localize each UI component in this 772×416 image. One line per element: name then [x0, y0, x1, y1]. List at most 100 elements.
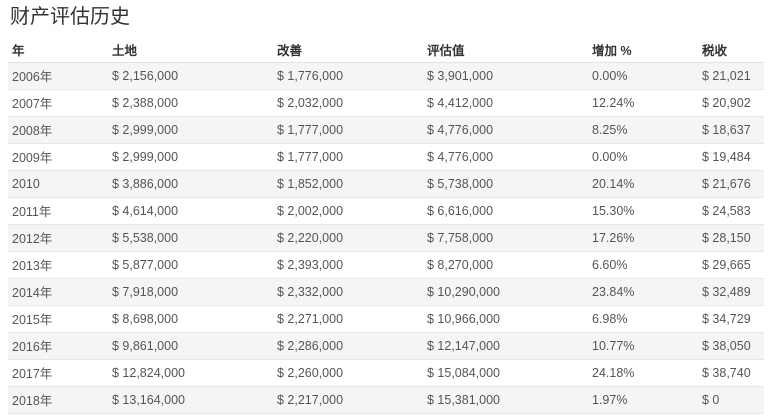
cell-land: $ 8,698,000	[108, 305, 273, 333]
cell-tax: $ 29,665	[698, 251, 764, 279]
cell-increase-percent: 10.77%	[588, 332, 698, 360]
cell-land: $ 13,164,000	[108, 386, 273, 414]
cell-tax: $ 32,489	[698, 278, 764, 306]
column-header-year: 年	[8, 38, 108, 63]
header-row: 年 土地 改善 评估值 增加 % 税收	[8, 38, 764, 63]
cell-assessed-value: $ 6,616,000	[423, 197, 588, 225]
cell-land: $ 2,388,000	[108, 89, 273, 117]
cell-year: 2017年	[8, 359, 108, 387]
cell-year: 2009年	[8, 143, 108, 171]
cell-year: 2016年	[8, 332, 108, 360]
cell-improvement: $ 1,777,000	[273, 143, 423, 171]
cell-tax: $ 19,484	[698, 143, 764, 171]
cell-tax: $ 38,740	[698, 359, 764, 387]
cell-tax: $ 0	[698, 386, 764, 414]
cell-tax: $ 24,583	[698, 197, 764, 225]
cell-improvement: $ 1,777,000	[273, 116, 423, 144]
table-row: 2018年 $ 13,164,000 $ 2,217,000 $ 15,381,000…	[8, 386, 764, 414]
cell-tax: $ 28,150	[698, 224, 764, 252]
column-header-increase-percent: 增加 %	[588, 38, 698, 63]
table-row: 2015年 $ 8,698,000 $ 2,271,000 $ 10,966,000 6…	[8, 305, 764, 333]
page: 财产评估历史 年 土地 改善 评估值 增加 % 税收 2006年 $ 2,156,…	[0, 0, 772, 416]
cell-increase-percent: 17.26%	[588, 224, 698, 252]
cell-assessed-value: $ 7,758,000	[423, 224, 588, 252]
cell-improvement: $ 1,776,000	[273, 62, 423, 90]
column-header-tax: 税收	[698, 38, 764, 63]
cell-improvement: $ 2,393,000	[273, 251, 423, 279]
cell-land: $ 12,824,000	[108, 359, 273, 387]
cell-improvement: $ 2,002,000	[273, 197, 423, 225]
cell-increase-percent: 15.30%	[588, 197, 698, 225]
cell-tax: $ 34,729	[698, 305, 764, 333]
cell-improvement: $ 2,217,000	[273, 386, 423, 414]
cell-increase-percent: 0.00%	[588, 62, 698, 90]
cell-increase-percent: 6.60%	[588, 251, 698, 279]
cell-assessed-value: $ 8,270,000	[423, 251, 588, 279]
cell-improvement: $ 2,220,000	[273, 224, 423, 252]
cell-increase-percent: 6.98%	[588, 305, 698, 333]
cell-assessed-value: $ 15,381,000	[423, 386, 588, 414]
cell-increase-percent: 8.25%	[588, 116, 698, 144]
cell-improvement: $ 2,332,000	[273, 278, 423, 306]
table-row: 2007年 $ 2,388,000 $ 2,032,000 $ 4,412,000 12…	[8, 89, 764, 117]
cell-year: 2012年	[8, 224, 108, 252]
cell-land: $ 2,156,000	[108, 62, 273, 90]
cell-increase-percent: 1.97%	[588, 386, 698, 414]
cell-assessed-value: $ 4,776,000	[423, 116, 588, 144]
table-row: 2017年 $ 12,824,000 $ 2,260,000 $ 15,084,000…	[8, 359, 764, 387]
table-row: 2009年 $ 2,999,000 $ 1,777,000 $ 4,776,000 0.…	[8, 143, 764, 171]
column-header-land: 土地	[108, 38, 273, 63]
table-body: 2006年 $ 2,156,000 $ 1,776,000 $ 3,901,000 0.…	[8, 62, 764, 414]
cell-assessed-value: $ 12,147,000	[423, 332, 588, 360]
cell-assessed-value: $ 5,738,000	[423, 170, 588, 198]
cell-land: $ 3,886,000	[108, 170, 273, 198]
cell-year: 2013年	[8, 251, 108, 279]
table-row: 2011年 $ 4,614,000 $ 2,002,000 $ 6,616,000 15…	[8, 197, 764, 225]
cell-increase-percent: 24.18%	[588, 359, 698, 387]
cell-year: 2006年	[8, 62, 108, 90]
table-header: 年 土地 改善 评估值 增加 % 税收	[8, 38, 764, 63]
cell-land: $ 7,918,000	[108, 278, 273, 306]
cell-increase-percent: 20.14%	[588, 170, 698, 198]
cell-land: $ 5,538,000	[108, 224, 273, 252]
cell-year: 2014年	[8, 278, 108, 306]
cell-year: 2015年	[8, 305, 108, 333]
cell-tax: $ 38,050	[698, 332, 764, 360]
cell-increase-percent: 0.00%	[588, 143, 698, 171]
cell-tax: $ 20,902	[698, 89, 764, 117]
cell-land: $ 9,861,000	[108, 332, 273, 360]
cell-assessed-value: $ 15,084,000	[423, 359, 588, 387]
table-row: 2013年 $ 5,877,000 $ 2,393,000 $ 8,270,000 6.…	[8, 251, 764, 279]
table-row: 2006年 $ 2,156,000 $ 1,776,000 $ 3,901,000 0.…	[8, 62, 764, 90]
column-header-improvement: 改善	[273, 38, 423, 63]
cell-year: 2018年	[8, 386, 108, 414]
cell-land: $ 2,999,000	[108, 116, 273, 144]
table-row: 2016年 $ 9,861,000 $ 2,286,000 $ 12,147,000 1…	[8, 332, 764, 360]
table-row: 2014年 $ 7,918,000 $ 2,332,000 $ 10,290,000 2…	[8, 278, 764, 306]
cell-assessed-value: $ 4,412,000	[423, 89, 588, 117]
cell-assessed-value: $ 10,290,000	[423, 278, 588, 306]
cell-increase-percent: 23.84%	[588, 278, 698, 306]
table-row: 2012年 $ 5,538,000 $ 2,220,000 $ 7,758,000 17…	[8, 224, 764, 252]
cell-improvement: $ 2,260,000	[273, 359, 423, 387]
cell-assessed-value: $ 10,966,000	[423, 305, 588, 333]
cell-assessed-value: $ 4,776,000	[423, 143, 588, 171]
cell-year: 2007年	[8, 89, 108, 117]
cell-year: 2011年	[8, 197, 108, 225]
cell-assessed-value: $ 3,901,000	[423, 62, 588, 90]
cell-increase-percent: 12.24%	[588, 89, 698, 117]
cell-year: 2010	[8, 170, 108, 198]
cell-improvement: $ 2,286,000	[273, 332, 423, 360]
cell-year: 2008年	[8, 116, 108, 144]
cell-improvement: $ 1,852,000	[273, 170, 423, 198]
cell-improvement: $ 2,032,000	[273, 89, 423, 117]
cell-land: $ 4,614,000	[108, 197, 273, 225]
table-row: 2008年 $ 2,999,000 $ 1,777,000 $ 4,776,000 8.…	[8, 116, 764, 144]
cell-land: $ 5,877,000	[108, 251, 273, 279]
table-row: 2010 $ 3,886,000 $ 1,852,000 $ 5,738,000 20.…	[8, 170, 764, 198]
cell-tax: $ 21,021	[698, 62, 764, 90]
property-assessment-table: 年 土地 改善 评估值 增加 % 税收 2006年 $ 2,156,000 $ 1,…	[8, 38, 764, 414]
cell-tax: $ 18,637	[698, 116, 764, 144]
page-title: 财产评估历史	[10, 6, 130, 28]
cell-tax: $ 21,676	[698, 170, 764, 198]
